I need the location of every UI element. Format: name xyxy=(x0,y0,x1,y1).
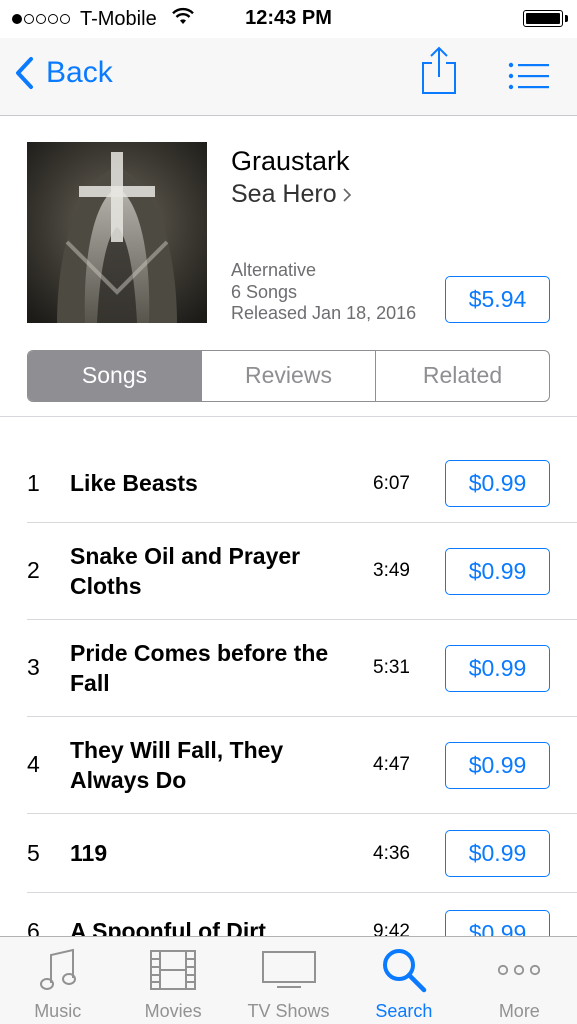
navigation-bar: Back xyxy=(0,38,577,116)
tab-songs[interactable]: Songs xyxy=(28,351,201,401)
buy-song-button[interactable]: $0.99 xyxy=(445,548,550,595)
track-title: 119 xyxy=(70,840,108,866)
buy-song-button[interactable]: $0.99 xyxy=(445,742,550,789)
track-duration: 4:36 xyxy=(373,843,410,864)
tv-icon xyxy=(231,947,346,993)
list-item[interactable]: 5 119 4:36 $0.99 xyxy=(0,814,577,893)
list-item[interactable]: 2 Snake Oil and Prayer Cloths 3:49 $0.99 xyxy=(0,523,577,620)
list-item[interactable]: 4 They Will Fall, They Always Do 4:47 $0… xyxy=(0,717,577,814)
segmented-control: Songs Reviews Related xyxy=(27,350,550,402)
list-item[interactable]: 3 Pride Comes before the Fall 5:31 $0.99 xyxy=(0,620,577,717)
status-bar: T-Mobile 12:43 PM xyxy=(0,0,577,38)
track-number: 3 xyxy=(27,654,40,680)
search-icon xyxy=(346,947,461,993)
list-item[interactable]: 1 Like Beasts 6:07 $0.99 xyxy=(0,417,577,523)
tab-search[interactable]: Search xyxy=(346,937,461,1024)
buy-song-button[interactable]: $0.99 xyxy=(445,830,550,877)
album-song-count: 6 Songs xyxy=(231,282,298,302)
tab-bar: Music Movies TV Shows Search More xyxy=(0,936,577,1024)
track-duration: 5:31 xyxy=(373,657,410,678)
share-icon[interactable] xyxy=(420,46,458,101)
tab-label: TV Shows xyxy=(247,1001,330,1021)
album-release-date: Released Jan 18, 2016 xyxy=(231,303,417,323)
back-button[interactable]: Back xyxy=(14,56,113,90)
tab-label: Search xyxy=(375,1001,433,1021)
back-label: Back xyxy=(46,56,113,89)
track-duration: 6:07 xyxy=(373,473,410,494)
tab-label: Music xyxy=(34,1001,82,1021)
buy-album-button[interactable]: $5.94 xyxy=(445,276,550,323)
battery-tip xyxy=(565,15,568,22)
track-duration: 4:47 xyxy=(373,754,410,775)
chevron-right-icon xyxy=(343,187,351,202)
battery-icon xyxy=(523,10,563,27)
album-artwork[interactable] xyxy=(27,142,207,323)
film-strip-icon xyxy=(115,947,230,993)
status-time: 12:43 PM xyxy=(245,7,332,29)
track-number: 2 xyxy=(27,557,40,583)
track-title: Like Beasts xyxy=(70,470,198,496)
track-number: 1 xyxy=(27,470,40,496)
buy-song-button[interactable]: $0.99 xyxy=(445,460,550,507)
track-title: They Will Fall, They Always Do xyxy=(70,737,284,793)
track-title: Snake Oil and Prayer Cloths xyxy=(70,543,301,599)
track-number: 4 xyxy=(27,751,40,777)
album-title: Graustark xyxy=(231,146,350,176)
tab-tv-shows[interactable]: TV Shows xyxy=(231,937,346,1024)
tab-music[interactable]: Music xyxy=(0,937,115,1024)
track-title: Pride Comes before the Fall xyxy=(70,640,329,696)
more-icon xyxy=(462,947,577,993)
artist-link[interactable]: Sea Hero xyxy=(231,180,353,209)
album-genre: Alternative xyxy=(231,260,317,280)
track-duration: 3:49 xyxy=(373,560,410,581)
list-icon[interactable] xyxy=(508,62,550,95)
chevron-left-icon xyxy=(16,57,33,89)
tab-reviews[interactable]: Reviews xyxy=(201,351,375,401)
track-number: 5 xyxy=(27,840,40,866)
tab-movies[interactable]: Movies xyxy=(115,937,230,1024)
tab-label: More xyxy=(498,1001,540,1021)
buy-song-button[interactable]: $0.99 xyxy=(445,645,550,692)
tab-related[interactable]: Related xyxy=(375,351,549,401)
music-note-icon xyxy=(0,947,115,993)
artist-name: Sea Hero xyxy=(231,180,337,208)
tab-more[interactable]: More xyxy=(462,937,577,1024)
tab-label: Movies xyxy=(144,1001,202,1021)
